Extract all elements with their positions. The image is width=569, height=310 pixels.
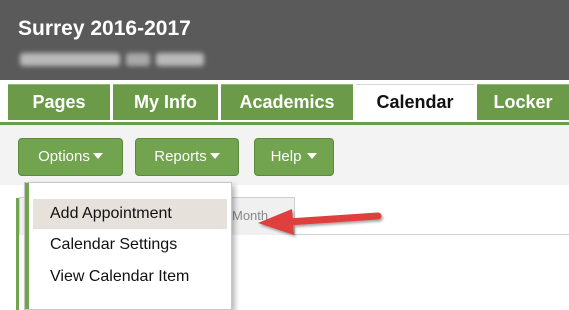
caret-down-icon <box>209 153 220 160</box>
help-button-label: Help <box>270 148 302 165</box>
tab-my-info[interactable]: My Info <box>113 84 218 120</box>
reports-button[interactable]: Reports <box>135 138 239 176</box>
main-tab-bar: Pages My Info Academics Calendar Locker <box>0 80 569 122</box>
tab-locker[interactable]: Locker <box>477 84 569 120</box>
menu-item-add-appointment[interactable]: Add Appointment <box>33 199 227 229</box>
tab-pages[interactable]: Pages <box>8 84 110 120</box>
caret-down-icon <box>307 153 318 160</box>
menu-item-calendar-settings[interactable]: Calendar Settings <box>33 230 227 260</box>
toolbar: Options Reports Help <box>0 125 569 185</box>
redacted-school-name <box>20 53 204 66</box>
reports-button-label: Reports <box>154 148 207 165</box>
tab-academics[interactable]: Academics <box>221 84 353 120</box>
caret-down-icon <box>92 153 103 160</box>
options-button-label: Options <box>38 148 90 165</box>
school-year-title: Surrey 2016-2017 <box>18 17 191 40</box>
options-dropdown-menu: Add Appointment Calendar Settings View C… <box>24 182 232 310</box>
annotation-arrow-icon <box>258 209 382 235</box>
tab-calendar[interactable]: Calendar <box>356 84 474 120</box>
help-button[interactable]: Help <box>254 138 334 176</box>
menu-left-accent <box>25 183 29 309</box>
options-button[interactable]: Options <box>18 138 123 176</box>
app-header: Surrey 2016-2017 <box>0 0 569 80</box>
menu-item-view-calendar-item[interactable]: View Calendar Item <box>33 262 227 292</box>
